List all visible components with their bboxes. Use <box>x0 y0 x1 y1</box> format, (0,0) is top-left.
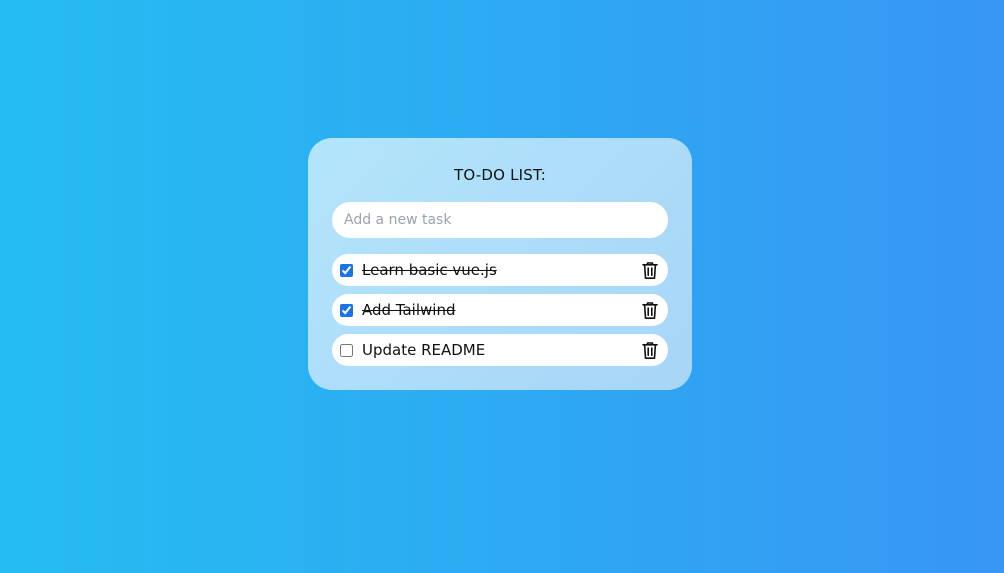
todo-card: TO-DO LIST: Learn basic vue.js Add Tailw… <box>308 138 692 390</box>
task-label: Update README <box>362 341 486 359</box>
trash-icon[interactable] <box>640 340 660 360</box>
task-item: Learn basic vue.js <box>332 254 668 286</box>
task-checkbox[interactable] <box>340 343 353 357</box>
task-item: Update README <box>332 334 668 366</box>
task-label: Learn basic vue.js <box>362 261 497 279</box>
new-task-input[interactable] <box>332 202 668 238</box>
trash-icon[interactable] <box>640 260 660 280</box>
trash-icon[interactable] <box>640 300 660 320</box>
task-item: Add Tailwind <box>332 294 668 326</box>
task-checkbox[interactable] <box>340 303 353 317</box>
task-checkbox[interactable] <box>340 263 353 277</box>
card-title: TO-DO LIST: <box>454 166 546 184</box>
task-label: Add Tailwind <box>362 301 456 319</box>
task-list: Learn basic vue.js Add Tailwind Update R… <box>332 254 668 366</box>
